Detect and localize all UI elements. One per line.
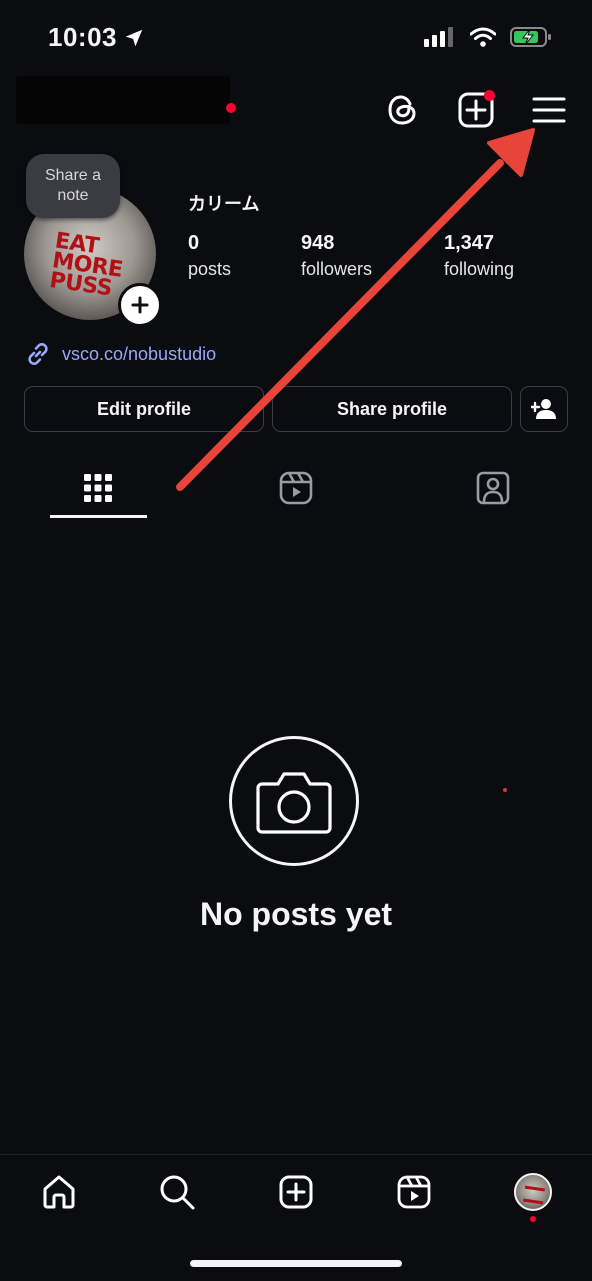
profile-avatar-small — [514, 1173, 552, 1211]
profile-notification-dot — [530, 1216, 536, 1222]
active-tab-indicator — [50, 515, 147, 518]
stat-following-label: following — [444, 259, 515, 279]
cellular-signal-icon — [424, 27, 456, 47]
tab-posts-grid[interactable] — [38, 462, 158, 514]
username-notification-dot — [226, 103, 236, 113]
nav-profile[interactable] — [511, 1170, 555, 1214]
add-story-button[interactable] — [118, 283, 162, 327]
link-icon — [24, 340, 52, 368]
discover-people-button[interactable] — [520, 386, 568, 432]
location-arrow-icon — [123, 27, 145, 49]
stat-followers-value: 948 — [301, 232, 335, 254]
stat-following[interactable]: 1,347 following — [444, 232, 514, 280]
reels-icon — [397, 1175, 431, 1209]
note-line-2: note — [57, 187, 89, 204]
home-indicator[interactable] — [190, 1260, 402, 1267]
stat-followers[interactable]: 948 followers — [301, 232, 372, 280]
nav-create[interactable] — [274, 1170, 318, 1214]
profile-link[interactable]: vsco.co/nobustudio — [24, 340, 216, 368]
wifi-icon — [470, 27, 496, 47]
status-time-text: 10:03 — [48, 22, 117, 52]
edit-profile-button[interactable]: Edit profile — [24, 386, 264, 432]
display-name: カリーム — [188, 194, 260, 214]
battery-charging-icon — [510, 26, 552, 48]
empty-state-message: No posts yet — [199, 896, 393, 932]
nav-home[interactable] — [37, 1170, 81, 1214]
avatar-graffiti: EAT MORE PUSS — [47, 228, 125, 302]
nav-search[interactable] — [155, 1170, 199, 1214]
home-icon — [41, 1174, 77, 1210]
camera-icon — [256, 768, 332, 834]
share-note-bubble[interactable]: Share a note — [26, 154, 120, 218]
username-redacted[interactable] — [16, 76, 230, 124]
create-notification-dot — [484, 90, 495, 101]
create-icon — [279, 1175, 313, 1209]
note-line-1: Share a — [44, 167, 102, 184]
status-indicators — [424, 26, 552, 48]
stat-following-value: 1,347 — [444, 232, 495, 254]
threads-icon[interactable] — [381, 88, 425, 132]
camera-circle — [229, 736, 359, 866]
link-text: vsco.co/nobustudio — [62, 343, 217, 364]
stat-posts-value: 0 — [188, 232, 200, 254]
tab-reels[interactable] — [236, 462, 356, 514]
add-person-icon — [531, 398, 557, 420]
menu-icon[interactable] — [527, 88, 571, 132]
stray-dot — [503, 788, 507, 792]
status-time: 10:03 — [48, 22, 145, 53]
nav-reels[interactable] — [392, 1170, 436, 1214]
reels-icon — [279, 471, 313, 505]
grid-icon — [83, 473, 113, 503]
share-profile-button[interactable]: Share profile — [272, 386, 512, 432]
search-icon — [159, 1174, 195, 1210]
stat-posts[interactable]: 0 posts — [188, 232, 231, 280]
tagged-icon — [476, 471, 510, 505]
stat-posts-label: posts — [188, 259, 232, 279]
tab-tagged[interactable] — [433, 462, 553, 514]
stat-followers-label: followers — [301, 259, 373, 279]
